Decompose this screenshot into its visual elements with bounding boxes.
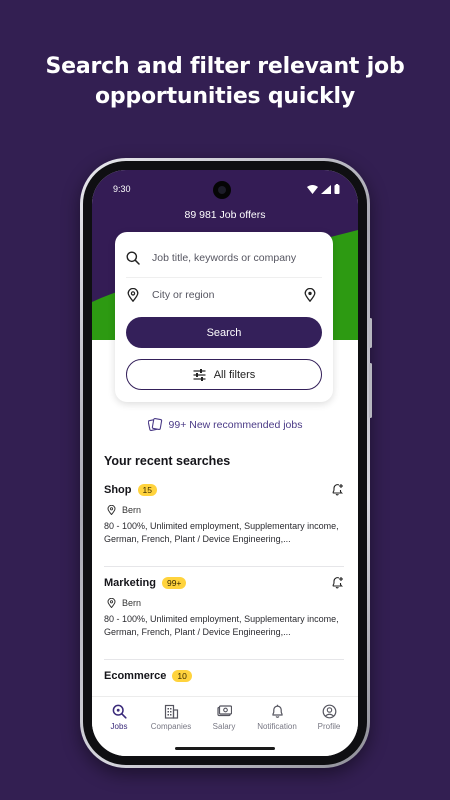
- nav-label-salary: Salary: [212, 722, 236, 731]
- recommended-jobs-label: 99+ New recommended jobs: [168, 418, 303, 431]
- front-camera: [213, 181, 231, 199]
- status-icons: [307, 184, 340, 194]
- recent-searches-title: Your recent searches: [104, 454, 231, 468]
- recommended-jobs-link[interactable]: 99+ New recommended jobs: [92, 418, 358, 431]
- add-alert-bell-icon[interactable]: [331, 483, 344, 496]
- cards-icon: [147, 418, 162, 431]
- search-button[interactable]: Search: [126, 317, 322, 348]
- recent-search-item[interactable]: Marketing 99+ Bern 80 - 100%, Unlimited …: [104, 574, 344, 639]
- field-divider: [126, 277, 322, 278]
- search-icon: [112, 704, 127, 719]
- results-count-badge: 99+: [161, 577, 187, 589]
- headline-line-1: Search and filter relevant job: [45, 54, 405, 79]
- filter-sliders-icon: [193, 368, 206, 381]
- search-icon: [126, 251, 140, 265]
- home-indicator[interactable]: [175, 747, 275, 750]
- location-pin-icon: [107, 598, 116, 608]
- nav-label-profile: Profile: [317, 722, 341, 731]
- nav-label-jobs: Jobs: [110, 722, 128, 731]
- location-placeholder: City or region: [152, 289, 215, 301]
- list-divider: [104, 659, 344, 660]
- status-time: 9:30: [113, 184, 131, 194]
- all-filters-label: All filters: [213, 368, 256, 381]
- recent-search-title: Ecommerce: [104, 670, 167, 682]
- profile-icon: [322, 704, 336, 719]
- phone-side-button: [369, 318, 372, 348]
- nav-item-companies[interactable]: Companies: [146, 704, 196, 731]
- nav-label-notification: Notification: [257, 722, 297, 731]
- recent-search-header: Marketing 99+: [104, 574, 344, 592]
- recent-search-location: Bern: [104, 505, 344, 515]
- keyword-search-field[interactable]: Job title, keywords or company: [115, 248, 333, 270]
- app-screen: 9:30 89 981 Job offers Job title, keywor…: [92, 170, 358, 756]
- nav-item-profile[interactable]: Profile: [304, 704, 354, 731]
- location-pin-icon: [107, 505, 116, 515]
- marketing-headline: Search and filter relevant job opportuni…: [0, 52, 450, 112]
- current-location-icon[interactable]: [303, 288, 317, 302]
- headline-line-2: opportunities quickly: [95, 84, 355, 109]
- bell-icon: [271, 704, 283, 718]
- add-alert-bell-icon[interactable]: [331, 576, 344, 589]
- recent-search-location-label: Bern: [122, 598, 142, 608]
- nav-item-jobs[interactable]: Jobs: [94, 704, 144, 731]
- wifi-icon: [307, 184, 318, 194]
- battery-icon: [334, 184, 340, 194]
- recent-search-header: Ecommerce 10: [104, 667, 344, 685]
- recent-search-header: Shop 15: [104, 481, 344, 499]
- recent-search-filters: 80 - 100%, Unlimited employment, Supplem…: [104, 614, 339, 637]
- recent-search-item[interactable]: Shop 15 Bern 80 - 100%, Unlimited employ…: [104, 481, 344, 546]
- search-card: Job title, keywords or company City or r…: [115, 232, 333, 402]
- job-offers-count: 89 981 Job offers: [184, 209, 266, 221]
- nav-label-companies: Companies: [150, 722, 192, 731]
- results-count-badge: 15: [137, 484, 157, 496]
- nav-item-salary[interactable]: Salary: [199, 704, 249, 731]
- recent-search-title: Shop: [104, 484, 132, 496]
- keyword-placeholder: Job title, keywords or company: [152, 252, 297, 264]
- all-filters-button[interactable]: All filters: [126, 359, 322, 390]
- list-divider: [104, 566, 344, 567]
- results-count-badge: 10: [172, 670, 192, 682]
- phone-mockup: 9:30 89 981 Job offers Job title, keywor…: [80, 158, 372, 768]
- location-search-field[interactable]: City or region: [115, 285, 333, 307]
- location-pin-icon: [127, 288, 139, 302]
- building-icon: [164, 704, 178, 719]
- bottom-navigation: Jobs Companies Salary Notification Profi…: [92, 696, 358, 756]
- recent-search-filters: 80 - 100%, Unlimited employment, Supplem…: [104, 521, 339, 544]
- recent-search-location: Bern: [104, 598, 344, 608]
- nav-item-notification[interactable]: Notification: [252, 704, 302, 731]
- recent-search-location-label: Bern: [122, 505, 142, 515]
- recent-search-item[interactable]: Ecommerce 10: [104, 667, 344, 685]
- recent-search-title: Marketing: [104, 577, 156, 589]
- signal-icon: [321, 184, 331, 194]
- money-icon: [216, 705, 232, 717]
- phone-side-button: [369, 363, 372, 418]
